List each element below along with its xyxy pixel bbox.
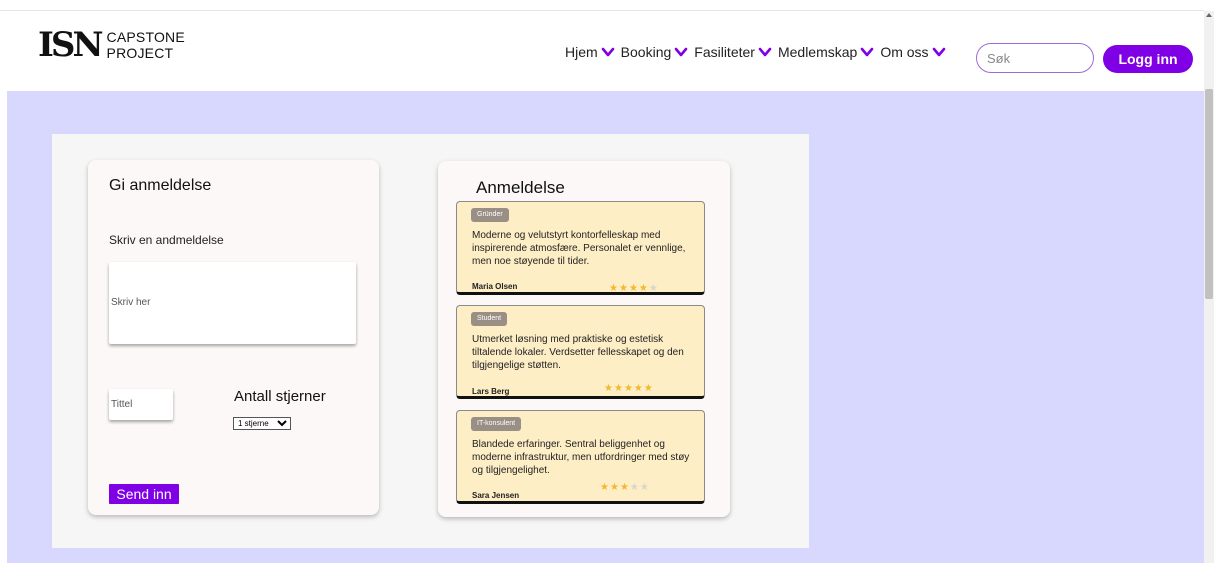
nav-label-fasiliteter: Fasiliteter bbox=[694, 44, 755, 60]
star-empty-icon: ★ bbox=[648, 283, 659, 294]
review-text-input[interactable] bbox=[109, 262, 356, 344]
chevron-down-icon bbox=[758, 47, 772, 57]
search-input[interactable] bbox=[976, 43, 1094, 73]
scroll-up-arrow-icon[interactable] bbox=[1206, 13, 1212, 17]
star-filled-icon: ★ bbox=[643, 383, 654, 394]
logo-line-1: CAPSTONE bbox=[106, 29, 185, 45]
reviewer-name: Maria Olsen bbox=[472, 282, 518, 291]
logo-line-2: PROJECT bbox=[106, 45, 174, 61]
star-filled-icon: ★ bbox=[613, 383, 624, 394]
review-text: Blandede erfaringer. Sentral beliggenhet… bbox=[472, 439, 690, 476]
nav-label-om-oss: Om oss bbox=[880, 44, 929, 60]
nav-item-booking[interactable]: Booking bbox=[621, 44, 689, 60]
nav-label-booking: Booking bbox=[620, 44, 672, 60]
star-filled-icon: ★ bbox=[628, 283, 639, 294]
nav-label-hjem: Hjem bbox=[565, 44, 598, 60]
stars-label: Antall stjerner bbox=[234, 388, 326, 405]
star-filled-icon: ★ bbox=[623, 383, 634, 394]
star-filled-icon: ★ bbox=[619, 482, 630, 493]
chevron-down-icon bbox=[932, 47, 945, 57]
scrollbar-thumb[interactable] bbox=[1205, 89, 1213, 299]
review-badge: IT-konsulent bbox=[471, 417, 522, 431]
nav-item-om-oss[interactable]: Om oss bbox=[880, 44, 945, 60]
review-item: Student Utmerket løsning med praktiske o… bbox=[456, 305, 705, 399]
review-text: Moderne og velutstyrt kontorfelleskap me… bbox=[472, 230, 686, 267]
chevron-down-icon bbox=[601, 47, 614, 57]
stars-select[interactable]: 1 stjerne bbox=[233, 417, 291, 430]
chevron-down-icon bbox=[861, 47, 874, 57]
star-empty-icon: ★ bbox=[639, 482, 650, 493]
reviewer-name: Sara Jensen bbox=[472, 491, 520, 500]
star-filled-icon: ★ bbox=[604, 383, 614, 394]
star-rating: ★★★★★ bbox=[604, 384, 654, 394]
nav-item-medlemskap[interactable]: Medlemskap bbox=[778, 44, 874, 60]
star-filled-icon: ★ bbox=[609, 482, 620, 493]
main-nav: Hjem Booking Fasiliteter Medlemskap Om o… bbox=[565, 44, 952, 60]
logo[interactable]: ISN CAPSTONE PROJECT bbox=[38, 28, 185, 62]
review-item: IT-konsulent Blandede erfaringer. Sentra… bbox=[456, 410, 705, 504]
reviewer-name: Lars Berg bbox=[472, 387, 510, 396]
review-text: Utmerket løsning med praktiske og esteti… bbox=[472, 334, 684, 371]
star-filled-icon: ★ bbox=[638, 283, 649, 294]
nav-item-hjem[interactable]: Hjem bbox=[565, 44, 615, 60]
review-item: Gründer Moderne og velutstyrt kontorfell… bbox=[456, 201, 705, 295]
reviews-title: Anmeldelse bbox=[476, 178, 565, 197]
star-filled-icon: ★ bbox=[609, 283, 619, 294]
review-badge: Student bbox=[471, 312, 508, 326]
logo-text: CAPSTONE PROJECT bbox=[107, 29, 185, 61]
login-button[interactable]: Logg inn bbox=[1103, 45, 1193, 73]
star-rating: ★★★★★ bbox=[609, 284, 659, 294]
star-rating: ★★★★★ bbox=[600, 483, 650, 493]
reviews-card: Anmeldelse Gründer Moderne og velutstyrt… bbox=[438, 161, 730, 517]
review-badge: Gründer bbox=[471, 208, 509, 222]
star-filled-icon: ★ bbox=[618, 283, 629, 294]
form-title: Gi anmeldelse bbox=[109, 177, 212, 194]
star-filled-icon: ★ bbox=[600, 482, 610, 493]
review-form-card: Gi anmeldelse Skriv en andmeldelse Skriv… bbox=[88, 160, 379, 515]
submit-button[interactable]: Send inn bbox=[109, 484, 179, 504]
form-subtitle: Skriv en andmeldelse bbox=[109, 233, 224, 247]
star-filled-icon: ★ bbox=[633, 383, 644, 394]
logo-mark: ISN bbox=[38, 25, 104, 65]
nav-label-medlemskap: Medlemskap bbox=[777, 44, 858, 60]
nav-item-fasiliteter[interactable]: Fasiliteter bbox=[694, 44, 772, 60]
star-empty-icon: ★ bbox=[629, 482, 640, 493]
title-input[interactable] bbox=[109, 389, 173, 420]
chevron-down-icon bbox=[674, 47, 688, 57]
scrollbar[interactable] bbox=[1204, 11, 1214, 563]
